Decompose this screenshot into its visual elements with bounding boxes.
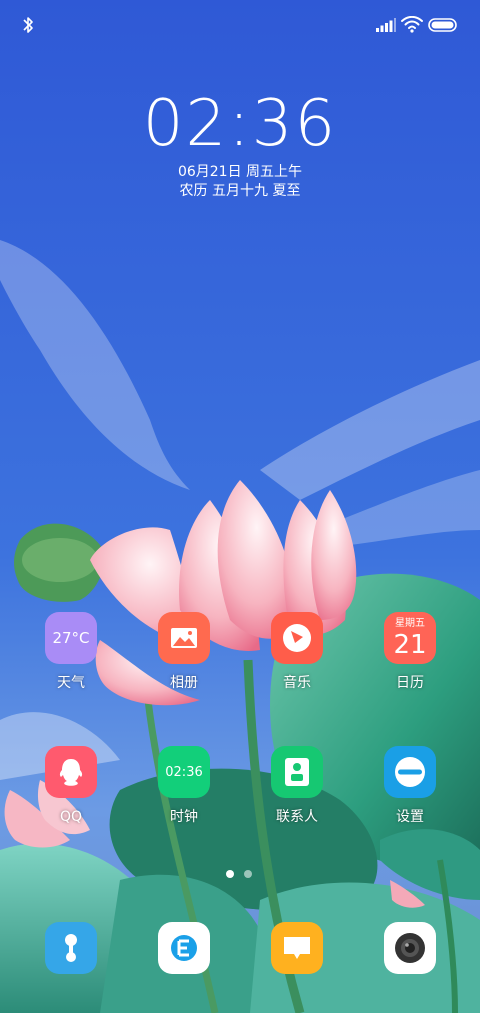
bluetooth-icon: [23, 17, 33, 33]
app-label: 联系人: [276, 809, 318, 825]
dock-camera[interactable]: [360, 922, 460, 974]
app-label: 设置: [396, 809, 424, 825]
date-text: 06月21日 周五上午: [177, 164, 303, 180]
app-clock[interactable]: 02:36 时钟: [134, 746, 234, 826]
contacts-icon: [271, 746, 323, 798]
page-dot-active[interactable]: [226, 870, 234, 878]
wifi-icon: [401, 16, 423, 33]
settings-icon: [384, 746, 436, 798]
app-label: 音乐: [283, 675, 311, 691]
signal-icon: [376, 18, 396, 32]
status-bar: [0, 0, 480, 50]
lock-clock: 02:36: [142, 87, 338, 161]
qq-icon: [45, 746, 97, 798]
camera-icon: [384, 922, 436, 974]
weather-temp: 27°C: [52, 629, 90, 647]
weather-icon: 27°C: [45, 612, 97, 664]
app-label: 相册: [170, 675, 198, 691]
app-music[interactable]: 音乐: [247, 612, 347, 692]
messages-icon: [271, 922, 323, 974]
app-weather[interactable]: 27°C 天气: [21, 612, 121, 692]
gallery-icon: [158, 612, 210, 664]
clock-icon-time: 02:36: [165, 764, 203, 780]
app-label: 日历: [396, 675, 424, 691]
app-gallery[interactable]: 相册: [134, 612, 234, 692]
page-indicator: [226, 870, 256, 880]
battery-icon: [428, 18, 457, 32]
calendar-icon: 星期五 21: [384, 612, 436, 664]
app-label: QQ: [59, 809, 83, 825]
calendar-weekday: 星期五: [395, 618, 425, 629]
dock-browser[interactable]: [134, 922, 234, 974]
dock-messages[interactable]: [247, 922, 347, 974]
calendar-day: 21: [393, 630, 427, 660]
phone-icon: [45, 922, 97, 974]
lunar-date-text: 农历 五月十九 夏至: [179, 183, 301, 199]
clock-icon: 02:36: [158, 746, 210, 798]
browser-icon: [158, 922, 210, 974]
app-qq[interactable]: QQ: [21, 746, 121, 826]
app-label: 时钟: [170, 809, 198, 825]
app-label: 天气: [57, 675, 85, 691]
page-dot[interactable]: [244, 870, 252, 878]
dock-phone[interactable]: [21, 922, 121, 974]
app-settings[interactable]: 设置: [360, 746, 460, 826]
app-calendar[interactable]: 星期五 21 日历: [360, 612, 460, 692]
app-contacts[interactable]: 联系人: [247, 746, 347, 826]
music-icon: [271, 612, 323, 664]
